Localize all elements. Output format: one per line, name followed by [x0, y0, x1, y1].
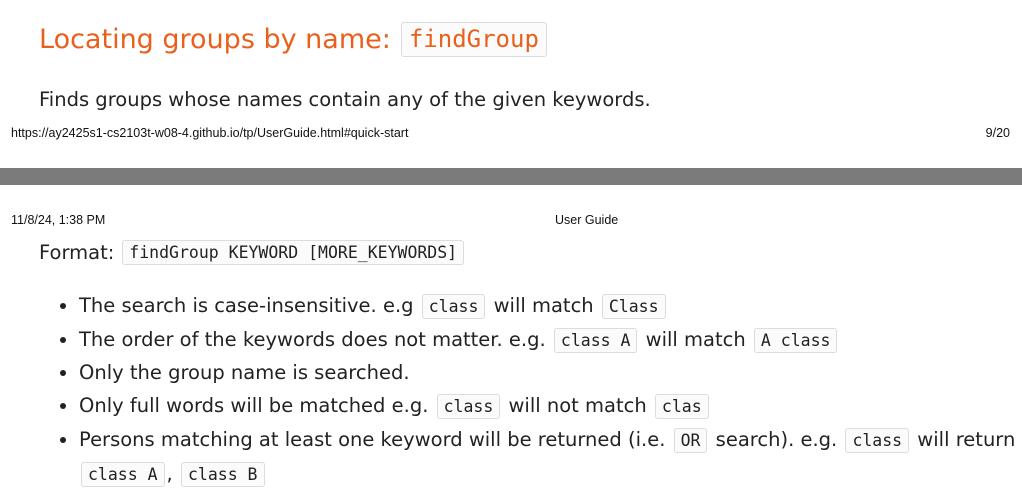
bullet-text: Only the group name is searched. [79, 361, 410, 384]
section-heading: Locating groups by name: findGroup [39, 22, 547, 57]
format-label: Format: [39, 241, 115, 264]
list-item: Only full words will be matched e.g. cla… [79, 390, 1022, 424]
bullet-text: search). e.g. [709, 428, 844, 451]
bullet-text: The order of the keywords does not matte… [79, 327, 552, 351]
inline-code: class B [180, 462, 265, 487]
inline-code: A class [753, 327, 838, 353]
bullet-text: will match [487, 294, 600, 317]
inline-code: Class [601, 294, 666, 319]
format-code: findGroup KEYWORD [MORE_KEYWORDS] [122, 240, 465, 265]
list-item: Persons matching at least one keyword wi… [79, 423, 1022, 491]
section-description: Finds groups whose names contain any of … [39, 88, 651, 111]
section-heading-code: findGroup [400, 22, 547, 57]
bullet-text: The search is case-insensitive. e.g [79, 294, 420, 317]
inline-code: class A [81, 462, 165, 487]
inline-code: clas [654, 393, 709, 419]
page-break-gap [0, 168, 1022, 185]
notes-list: The search is case-insensitive. e.g clas… [54, 290, 1022, 491]
print-header-date: 11/8/24, 1:38 PM [11, 213, 106, 227]
inline-code: class [421, 294, 486, 319]
inline-code: class A [553, 327, 638, 353]
list-item: The order of the keywords does not matte… [79, 324, 1022, 358]
section-heading-text: Locating groups by name: [39, 24, 391, 55]
inline-code: class [845, 428, 910, 453]
bullet-text: will not match [502, 393, 653, 417]
print-header-title: User Guide [555, 213, 619, 227]
format-line: Format: findGroup KEYWORD [MORE_KEYWORDS… [39, 240, 465, 265]
list-item: Only the group name is searched. [79, 357, 1022, 390]
inline-code: class [436, 393, 501, 419]
bullet-text: , [166, 462, 179, 485]
print-footer-url: https://ay2425s1-cs2103t-w08-4.github.io… [11, 126, 409, 140]
list-item: The search is case-insensitive. e.g clas… [79, 290, 1022, 324]
inline-code: OR [673, 428, 708, 453]
bullet-text: will return [911, 428, 1016, 451]
bullet-text: Only full words will be matched e.g. [79, 393, 435, 417]
print-footer-page-number: 9/20 [985, 126, 1010, 140]
bullet-text: will match [639, 327, 752, 351]
bullet-text: Persons matching at least one keyword wi… [79, 428, 672, 451]
